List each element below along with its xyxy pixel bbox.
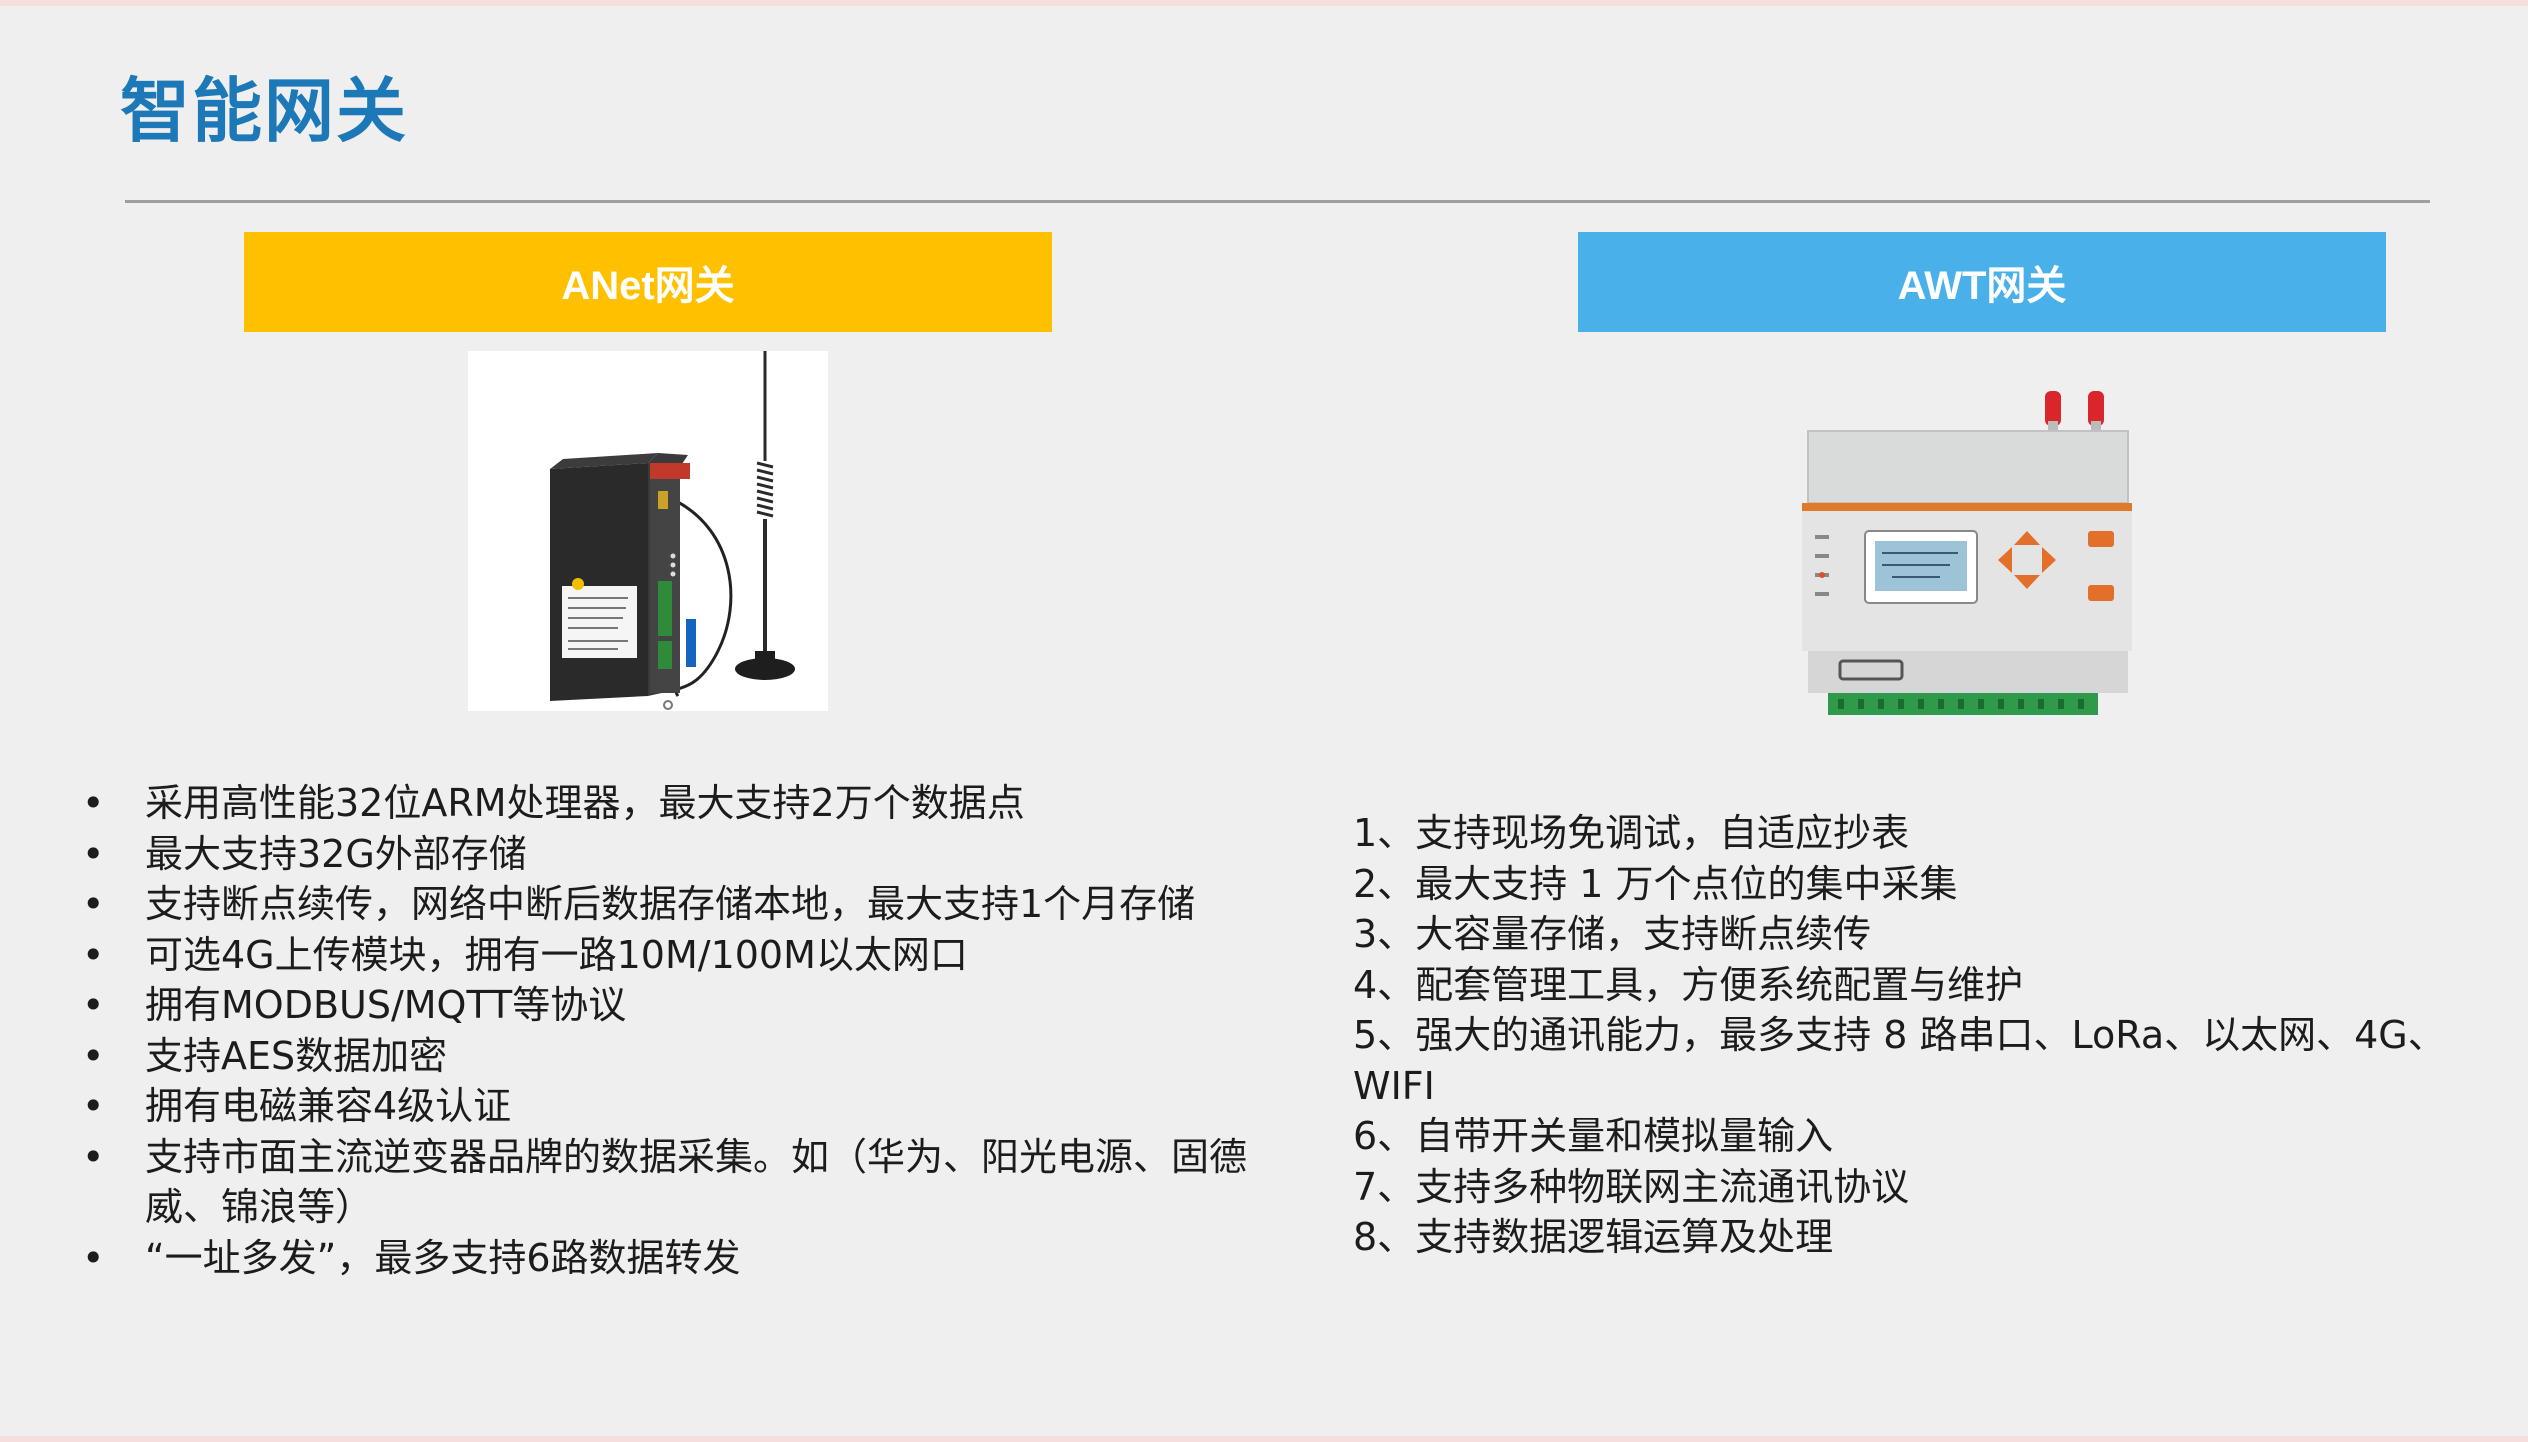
awt-gateway-device-icon [1802, 391, 2132, 715]
anet-header-label: ANet网关 [561, 264, 735, 308]
list-item: • 支持市面主流逆变器品牌的数据采集。如（华为、阳光电源、固德威、锦浪等） [82, 1134, 1248, 1230]
list-item: 8、支持数据逻辑运算及处理 [1353, 1215, 1834, 1259]
title-divider [125, 200, 2430, 203]
list-item: 6、自带开关量和模拟量输入 [1353, 1114, 1834, 1158]
list-item: • 支持AES数据加密 [82, 1033, 448, 1078]
list-item: 7、支持多种物联网主流通讯协议 [1353, 1164, 1910, 1209]
slide: 智能网关 ANet网关 AWT网关 • 采用高性能32位ARM处理器，最大支持2… [0, 0, 2528, 1442]
list-item: 4、配套管理工具，方便系统配置与维护 [1353, 962, 2024, 1007]
list-item: • “一址多发”，最多支持6路数据转发 [82, 1235, 741, 1280]
awt-header-bar: AWT网关 [1578, 232, 2386, 332]
list-item: • 可选4G上传模块，拥有一路10M/100M以太网口 [82, 932, 968, 977]
list-item: • 最大支持32G外部存储 [82, 831, 527, 876]
anet-header-bar: ANet网关 [244, 232, 1052, 332]
list-item: 2、最大支持 1 万个点位的集中采集 [1353, 861, 1958, 906]
list-item: • 拥有电磁兼容4级认证 [82, 1084, 512, 1128]
list-item: • 采用高性能32位ARM处理器，最大支持2万个数据点 [82, 781, 1025, 825]
list-item: 1、支持现场免调试，自适应抄表 [1353, 811, 1910, 855]
awt-header-label: AWT网关 [1897, 264, 2067, 308]
list-item: • 支持断点续传，网络中断后数据存储本地，最大支持1个月存储 [82, 882, 1196, 926]
list-item: 3、大容量存储，支持断点续传 [1353, 912, 1872, 956]
page-title: 智能网关 [120, 70, 408, 152]
awt-feature-list: 1、支持现场免调试，自适应抄表 2、最大支持 1 万个点位的集中采集 3、大容量… [1353, 808, 2523, 1263]
anet-gateway-device-icon [550, 351, 795, 710]
awt-gateway-photo [1800, 391, 2135, 721]
list-item: 5、强大的通讯能力，最多支持 8 路串口、LoRa、以太网、4G、WIFI [1353, 1013, 2446, 1108]
anet-feature-list: • 采用高性能32位ARM处理器，最大支持2万个数据点 • 最大支持32G外部存储 … [72, 778, 1332, 1283]
list-item: • 拥有MODBUS/MQTT等协议 [82, 983, 627, 1027]
anet-gateway-photo [468, 351, 828, 711]
